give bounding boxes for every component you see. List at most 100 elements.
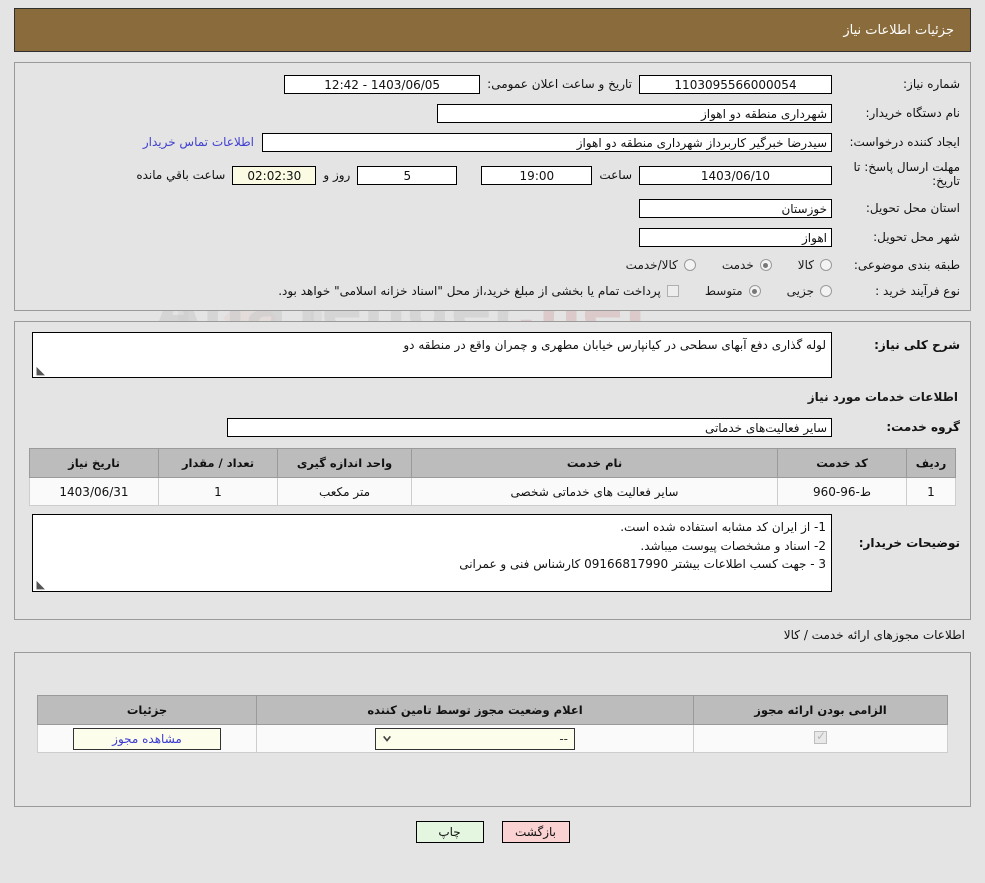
deadline-time-value: 19:00 — [481, 165, 593, 185]
page-root: جزئیات اطلاعات نیاز شماره نیاز: 11030955… — [0, 8, 985, 843]
table-row: 1 ط-96-960 سایر فعالیت های خدماتی شخصی م… — [29, 477, 956, 506]
need-summary-panel: شماره نیاز: 1103095566000054 تاریخ و ساع… — [14, 62, 971, 311]
category-label-kala-khedmat: کالا/خدمت — [625, 258, 678, 272]
process-label-motevaset: متوسط — [704, 284, 743, 298]
chevron-down-icon — [383, 735, 391, 742]
category-radio-khedmat[interactable]: خدمت — [722, 258, 772, 272]
col-qty: تعداد / مقدار — [158, 448, 278, 478]
row-need-number: شماره نیاز: 1103095566000054 تاریخ و ساع… — [25, 71, 960, 97]
process-radio-jozei[interactable]: جزیی — [787, 284, 832, 298]
description-label: شرح کلی نیاز: — [874, 338, 960, 352]
remaining-days-value: 5 — [357, 165, 458, 185]
province-label: استان محل تحویل: — [865, 200, 960, 215]
col-name: نام خدمت — [411, 448, 778, 478]
resize-grip-icon[interactable]: ◣ — [35, 579, 45, 590]
permit-status-select[interactable]: -- — [375, 727, 575, 750]
permits-panel: الزامی بودن ارائه مجوز اعلام وضعیت مجوز … — [14, 652, 971, 807]
radio-circle-kala-khedmat[interactable] — [683, 259, 696, 271]
col-unit: واحد اندازه گیری — [277, 448, 412, 478]
process-label: نوع فرآیند خرید : — [875, 283, 960, 298]
service-group-value: سایر فعالیت‌های خدماتی — [227, 417, 832, 437]
buyer-notes-label: توضیحات خریدار: — [858, 536, 960, 550]
row-service-group: گروه خدمت: سایر فعالیت‌های خدماتی — [25, 414, 960, 440]
col-permit-status: اعلام وضعیت مجوز توسط تامین کننده — [256, 695, 694, 725]
category-label-kala: کالا — [797, 258, 814, 272]
radio-circle-motevaset[interactable] — [748, 285, 761, 297]
page-title: جزئیات اطلاعات نیاز — [843, 22, 954, 38]
description-textarea[interactable]: لوله گذاری دفع آبهای سطحی در کیانپارس خی… — [32, 332, 832, 378]
back-button[interactable]: بازگشت — [501, 821, 570, 843]
cell-permit-required — [693, 724, 948, 753]
creator-value: سیدرضا خبرگیر کاربرداز شهرداری منطقه دو … — [262, 132, 832, 152]
buyer-org-label: نام دستگاه خریدار: — [865, 105, 961, 120]
radio-circle-khedmat[interactable] — [759, 259, 772, 271]
treasury-checkbox[interactable] — [666, 285, 679, 297]
need-details-panel: شرح کلی نیاز: لوله گذاری دفع آبهای سطحی … — [14, 321, 971, 620]
table-row: -- مشاهده مجوز — [37, 724, 948, 753]
col-index: ردیف — [906, 448, 956, 478]
need-number-value: 1103095566000054 — [639, 74, 832, 94]
buyer-note-line-1: 1- از ایران کد مشابه استفاده شده است. — [620, 520, 826, 534]
permits-caption: اطلاعات مجوزهای ارائه خدمت / کالا — [783, 628, 965, 642]
buyer-org-value: شهرداری منطقه دو اهواز — [437, 103, 832, 123]
cell-code: ط-96-960 — [777, 477, 907, 506]
remaining-days-label: روز و — [323, 168, 351, 182]
process-label-jozei: جزیی — [786, 284, 814, 298]
cell-qty: 1 — [158, 477, 278, 506]
treasury-note: پرداخت تمام یا بخشی از مبلغ خرید،از محل … — [278, 284, 661, 298]
cell-permit-status: -- — [256, 724, 694, 753]
buyer-notes-textarea[interactable]: 1- از ایران کد مشابه استفاده شده است. 2-… — [32, 514, 832, 592]
footer-actions: بازگشت چاپ — [0, 821, 985, 843]
page-header-bar: جزئیات اطلاعات نیاز — [14, 8, 971, 52]
radio-circle-kala[interactable] — [820, 259, 832, 271]
row-process: نوع فرآیند خرید : جزیی متوسط پرداخت تمام… — [25, 279, 960, 303]
print-button[interactable]: چاپ — [415, 821, 484, 843]
row-buyer-notes: توضیحات خریدار: 1- از ایران کد مشابه است… — [25, 514, 960, 592]
need-number-label: شماره نیاز: — [903, 76, 960, 91]
services-table-header-row: ردیف کد خدمت نام خدمت واحد اندازه گیری ت… — [29, 448, 956, 478]
row-province: استان محل تحویل: خوزستان — [25, 195, 960, 221]
permit-status-value: -- — [559, 731, 568, 746]
col-permit-details: جزئیات — [37, 695, 257, 725]
view-permit-button[interactable]: مشاهده مجوز — [73, 727, 221, 750]
row-category: طبقه بندی موضوعی: کالا خدمت کالا/خدمت — [25, 253, 960, 277]
services-section-title: اطلاعات خدمات مورد نیاز — [807, 390, 958, 404]
permits-table: الزامی بودن ارائه مجوز اعلام وضعیت مجوز … — [37, 695, 948, 753]
permits-table-header-row: الزامی بودن ارائه مجوز اعلام وضعیت مجوز … — [37, 695, 948, 725]
permits-inner: الزامی بودن ارائه مجوز اعلام وضعیت مجوز … — [15, 653, 970, 753]
services-table-wrap: ردیف کد خدمت نام خدمت واحد اندازه گیری ت… — [29, 448, 956, 506]
description-value: لوله گذاری دفع آبهای سطحی در کیانپارس خی… — [403, 338, 826, 352]
city-label: شهر محل تحویل: — [873, 229, 960, 244]
remaining-clock-value: 02:02:30 — [232, 165, 317, 185]
category-radio-kala[interactable]: کالا — [798, 258, 832, 272]
deadline-date-value: 1403/06/10 — [639, 165, 832, 185]
creator-label: ایجاد کننده درخواست: — [849, 134, 960, 149]
col-permit-required: الزامی بودن ارائه مجوز — [693, 695, 948, 725]
buyer-contact-link[interactable]: اطلاعات تماس خریدار — [135, 135, 262, 149]
deadline-hour-label: ساعت — [599, 168, 632, 182]
row-buyer-org: نام دستگاه خریدار: شهرداری منطقه دو اهوا… — [25, 100, 960, 126]
province-value: خوزستان — [639, 198, 832, 218]
row-creator: ایجاد کننده درخواست: سیدرضا خبرگیر کاربر… — [25, 129, 960, 155]
category-label: طبقه بندی موضوعی: — [853, 257, 960, 272]
city-value: اهواز — [639, 227, 832, 247]
deadline-label: مهلت ارسال پاسخ: تا تاریخ: — [853, 160, 960, 188]
cell-need-date: 1403/06/31 — [29, 477, 159, 506]
resize-grip-icon[interactable]: ◣ — [35, 365, 45, 376]
remaining-hours-label: ساعت باقي مانده — [136, 168, 226, 182]
category-label-khedmat: خدمت — [721, 258, 754, 272]
permit-required-checkbox — [814, 729, 827, 744]
process-radio-motevaset[interactable]: متوسط — [705, 284, 761, 298]
col-code: کد خدمت — [777, 448, 907, 478]
service-group-label: گروه خدمت: — [886, 419, 960, 434]
row-city: شهر محل تحویل: اهواز — [25, 224, 960, 250]
buyer-note-line-2: 2- اسناد و مشخصات پیوست میباشد. — [640, 538, 826, 553]
cell-index: 1 — [906, 477, 956, 506]
radio-circle-jozei[interactable] — [820, 285, 832, 297]
row-deadline: مهلت ارسال پاسخ: تا تاریخ: 1403/06/10 سا… — [25, 158, 960, 192]
col-need-date: تاریخ نیاز — [29, 448, 159, 478]
buyer-note-line-3: 3 - جهت کسب اطلاعات بیشتر 09166817990 کا… — [459, 557, 826, 572]
cell-unit: متر مکعب — [277, 477, 412, 506]
category-radio-kala-khedmat[interactable]: کالا/خدمت — [626, 258, 696, 272]
announce-label: تاریخ و ساعت اعلان عمومی: — [487, 77, 632, 91]
